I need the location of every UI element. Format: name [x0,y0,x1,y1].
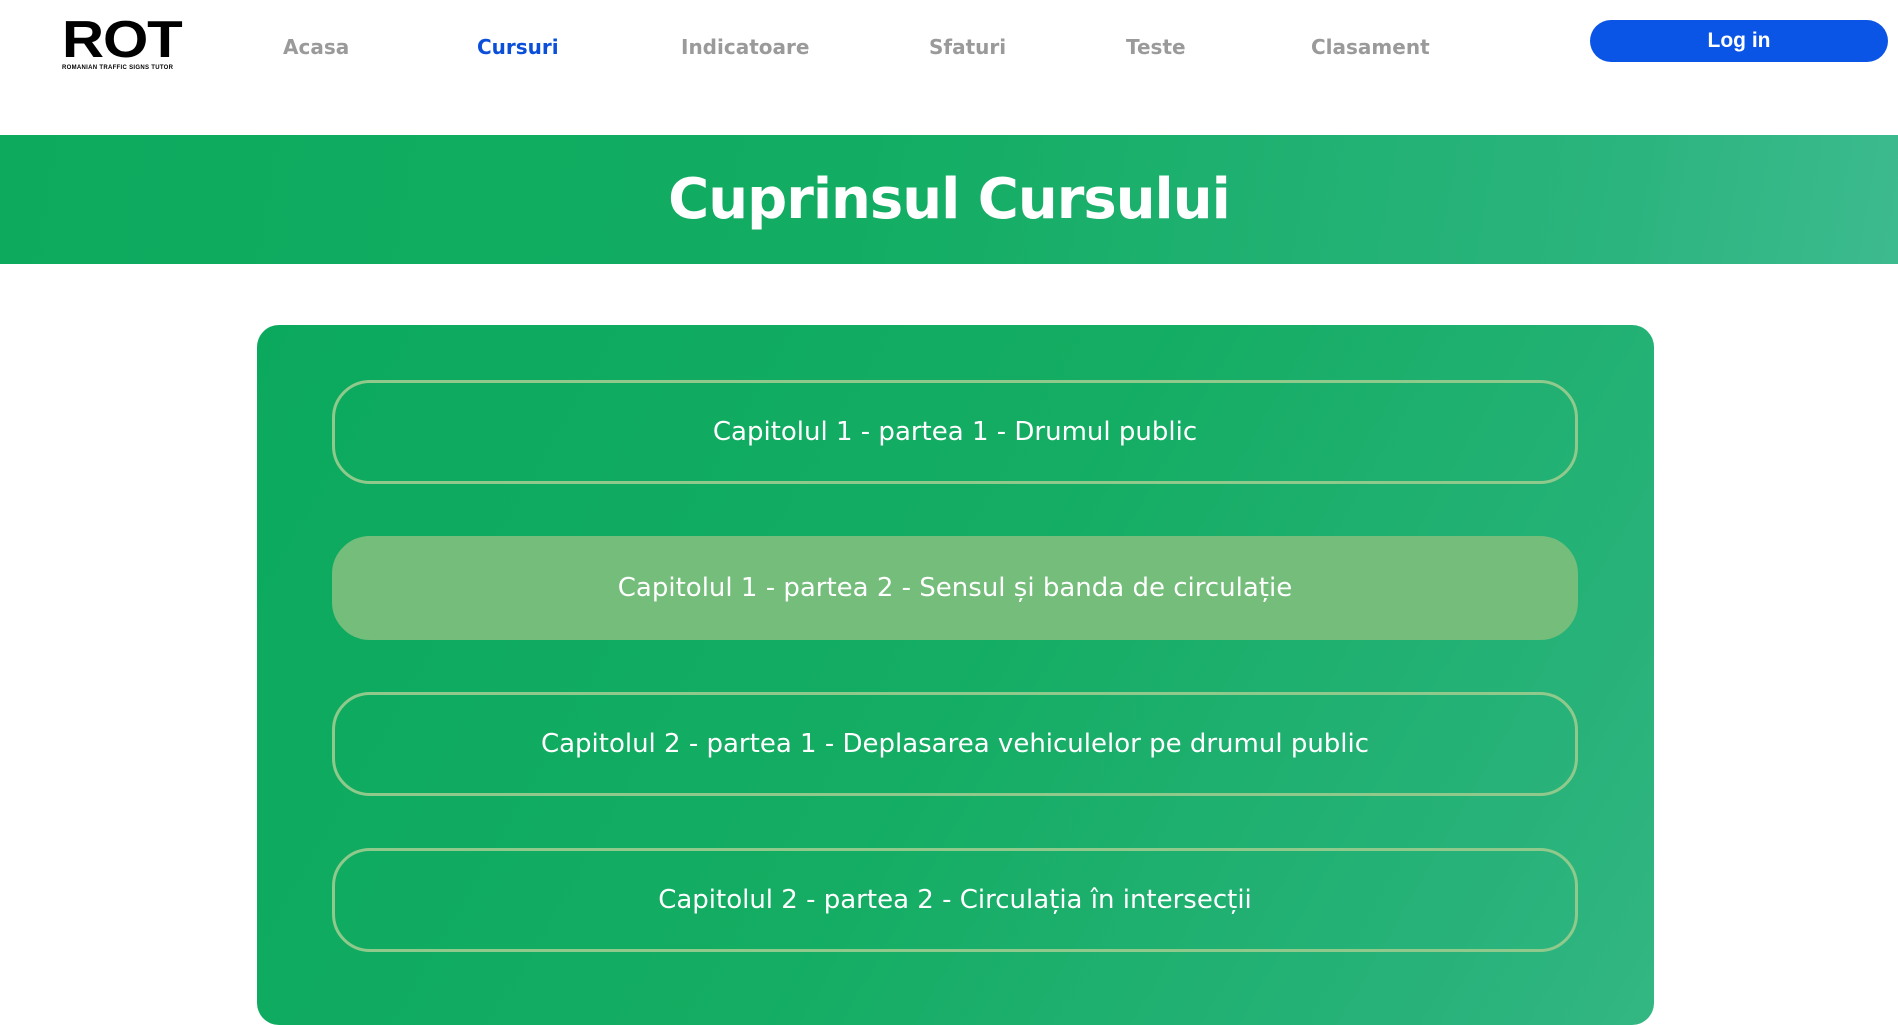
chapter-item-2[interactable]: Capitolul 1 - partea 2 - Sensul și banda… [332,536,1578,640]
chapter-item-3[interactable]: Capitolul 2 - partea 1 - Deplasarea vehi… [332,692,1578,796]
nav-item-teste[interactable]: Teste [1126,35,1186,59]
page-title: Cuprinsul Cursului [668,167,1231,232]
site-header: ROT ROMANIAN TRAFFIC SIGNS TUTOR Acasa C… [0,0,1898,135]
chapter-label: Capitolul 2 - partea 2 - Circulația în i… [658,885,1252,915]
nav-item-cursuri[interactable]: Cursuri [477,35,559,59]
nav-item-acasa[interactable]: Acasa [283,35,349,59]
nav-item-sfaturi[interactable]: Sfaturi [929,35,1006,59]
chapter-label: Capitolul 2 - partea 1 - Deplasarea vehi… [540,729,1370,759]
logo-mark: ROT [62,11,183,69]
site-logo[interactable]: ROT ROMANIAN TRAFFIC SIGNS TUTOR [62,14,202,72]
course-contents-panel: Capitolul 1 - partea 1 - Drumul public C… [257,325,1654,1025]
page-banner: Cuprinsul Cursului [0,135,1898,264]
nav-item-indicatoare[interactable]: Indicatoare [681,35,809,59]
chapter-item-4[interactable]: Capitolul 2 - partea 2 - Circulația în i… [332,848,1578,952]
chapter-label: Capitolul 1 - partea 1 - Drumul public [712,417,1198,447]
chapter-label: Capitolul 1 - partea 2 - Sensul și banda… [617,573,1293,603]
nav-item-clasament[interactable]: Clasament [1311,35,1430,59]
chapter-item-1[interactable]: Capitolul 1 - partea 1 - Drumul public [332,380,1578,484]
login-button[interactable]: Log in [1590,20,1888,62]
